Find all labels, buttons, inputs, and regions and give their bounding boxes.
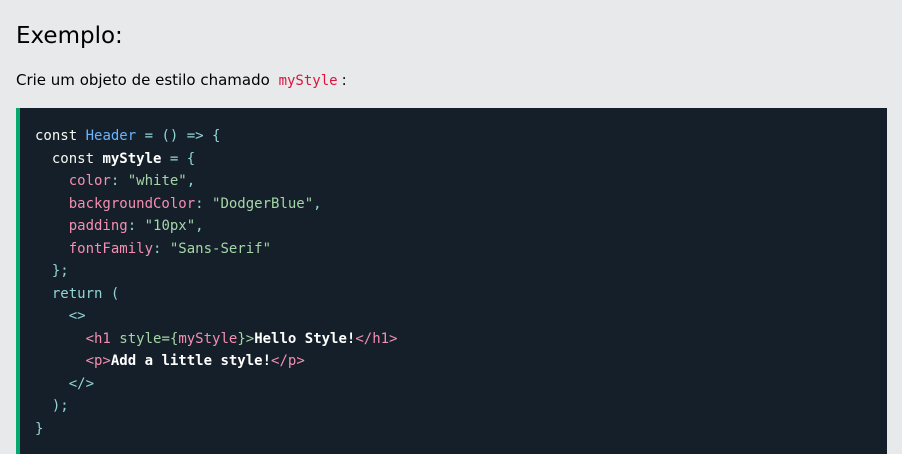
property-key: fontFamily [68,240,154,257]
string-value: "white" [127,173,187,189]
keyword: return [51,285,103,302]
code-block: const Header = () => { const myStyle = {… [20,108,887,440]
property-key: backgroundColor [68,195,196,212]
code-line: return ( [35,283,887,306]
jsx-fragment: </> [68,375,95,392]
intro-text-label: Crie um objeto de estilo chamado [16,71,270,89]
punctuation: , [313,195,322,212]
string-value: "DodgerBlue" [212,195,314,212]
page-title: Exemplo: [16,23,123,49]
jsx-tag: <h1 [85,330,111,347]
code-line: const myStyle = { [35,148,887,171]
intro-text: Crie um objeto de estilo chamado myStyle… [16,69,347,92]
punctuation: , [195,218,204,234]
punctuation: = () => { [136,128,221,144]
punctuation: = { [161,150,196,167]
code-line: color: "white", [35,170,887,193]
jsx-tag: </h1> [355,330,398,347]
code-line: }; [35,260,887,283]
code-line: padding: "10px", [35,215,887,238]
code-line: const Header = () => { [35,125,887,148]
code-line: <h1 style={myStyle}>Hello Style!</h1> [35,328,887,351]
code-line: ); [35,395,887,418]
jsx-fragment: <> [68,308,86,324]
intro-suffix: : [341,71,347,89]
code-line: backgroundColor: "DodgerBlue", [35,193,887,216]
code-line: <p>Add a little style!</p> [35,350,887,373]
property-key: padding [68,218,128,234]
code-line: </> [35,373,887,396]
keyword: const [51,150,95,167]
code-line: fontFamily: "Sans-Serif" [35,238,887,261]
punctuation: : [153,240,170,257]
punctuation: : [127,218,145,234]
string-value: "Sans-Serif" [169,240,272,257]
punctuation: } [35,420,44,437]
punctuation: , [186,173,196,189]
punctuation: }; [51,263,69,279]
punctuation: : [110,173,128,189]
function-name: Header [85,128,137,144]
jsx-expression: myStyle [178,330,238,347]
jsx-tag: </p> [271,353,305,369]
punctuation: ); [51,398,69,414]
variable-name: myStyle [102,150,162,167]
jsx-attribute: style={ [110,330,179,347]
code-line: <> [35,305,887,328]
jsx-attribute: }> [237,330,255,347]
punctuation: ( [102,285,120,302]
jsx-tag: <p> [85,353,111,369]
string-value: "10px" [144,218,196,234]
code-line: } [35,418,887,441]
punctuation: : [195,195,213,212]
inline-code-mystyle: myStyle [278,73,338,89]
jsx-text: Add a little style! [110,353,272,369]
keyword: const [35,128,78,144]
code-example-box: const Header = () => { const myStyle = {… [16,108,887,454]
property-key: color [68,173,111,189]
jsx-text: Hello Style! [254,330,356,347]
